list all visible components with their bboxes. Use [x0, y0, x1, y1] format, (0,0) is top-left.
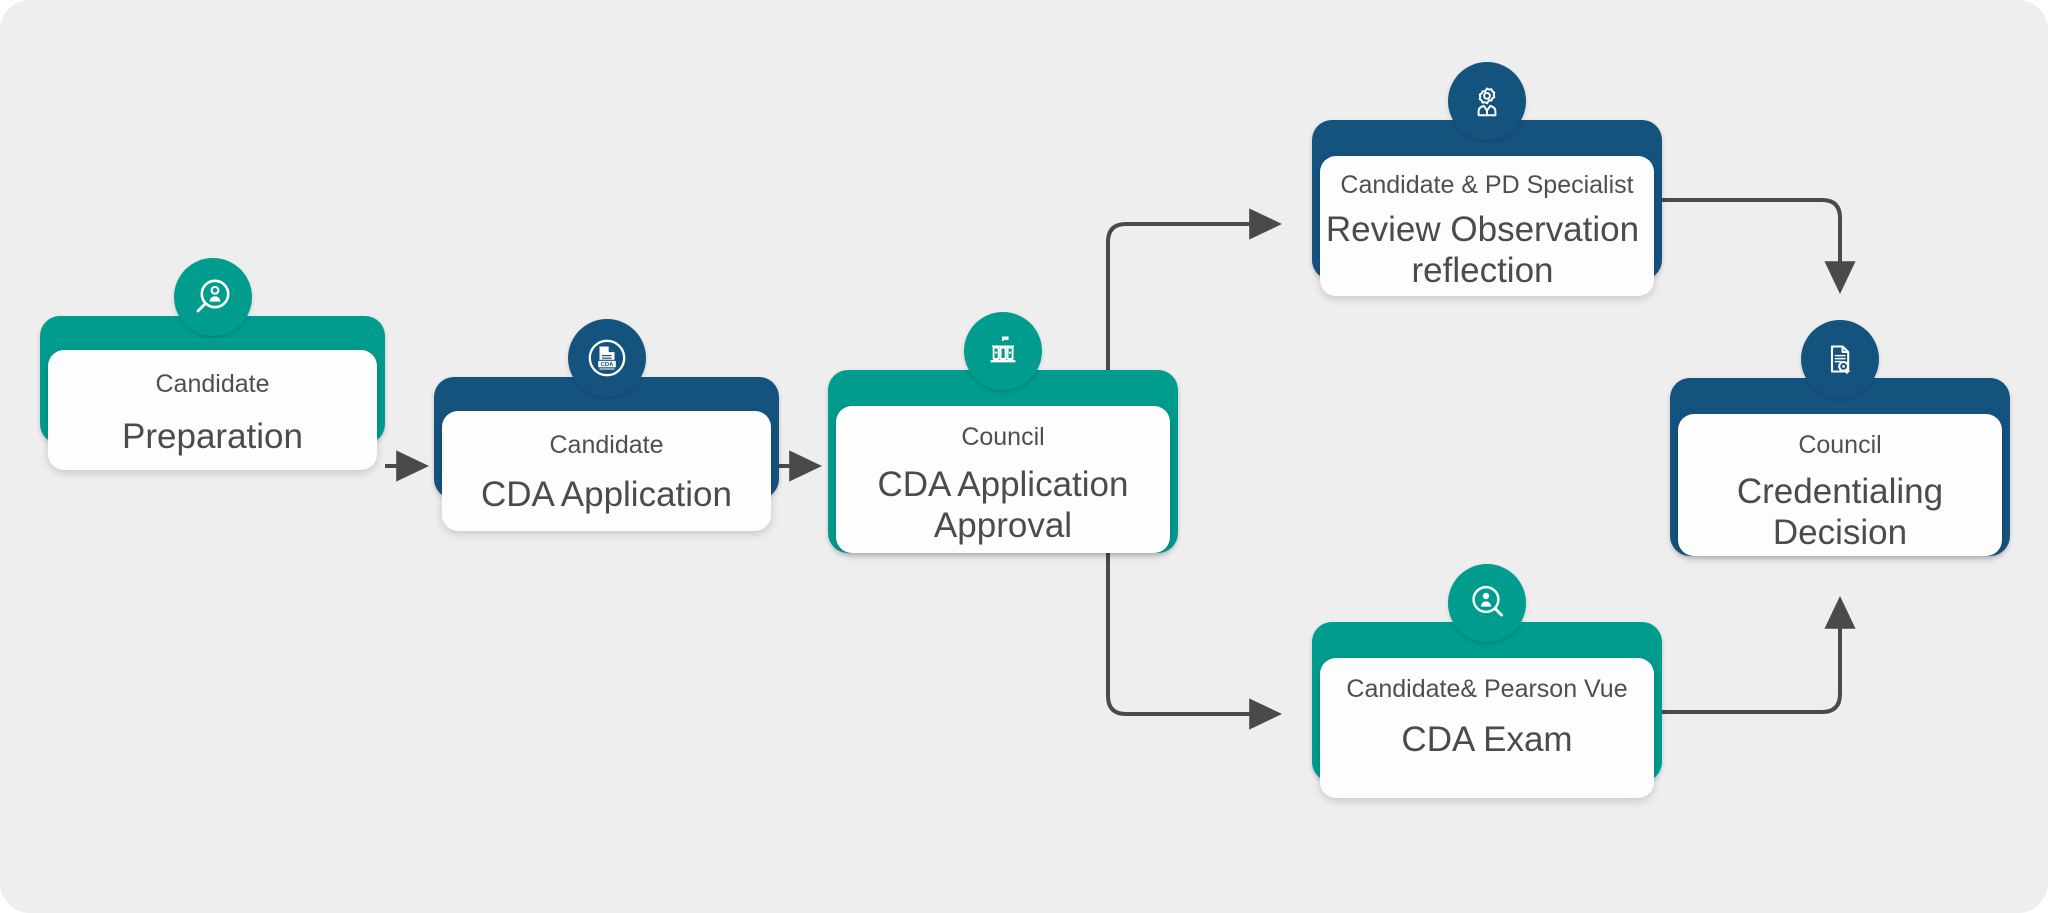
node-review-observation[interactable]: Candidate & PD Specialist Review Observa…: [1312, 62, 1662, 296]
node-role: Council: [961, 423, 1045, 451]
node-card: Candidate Preparation: [48, 350, 377, 470]
node-title: Review Observation reflection: [1325, 209, 1640, 290]
connector-review-to-credentialing: [1652, 198, 1856, 295]
person-search-icon: [173, 258, 252, 336]
node-role: Candidate: [155, 370, 270, 398]
certificate-icon: [1801, 320, 1879, 398]
connector-approval-to-review: [1106, 208, 1283, 372]
node-role: Candidate& Pearson Vue: [1346, 675, 1628, 703]
specialist-gear-icon: [1448, 62, 1526, 140]
node-card: Council Credentialing Decision: [1678, 414, 2002, 556]
government-building-icon: [964, 312, 1042, 390]
node-card: Candidate CDA Application: [442, 411, 771, 531]
person-magnifier-icon: [1448, 564, 1526, 642]
node-role: Council: [1798, 431, 1882, 459]
node-cda-approval[interactable]: Council CDA Application Approval: [828, 312, 1178, 553]
node-title: Credentialing Decision: [1736, 471, 1944, 552]
node-card: Candidate & PD Specialist Review Observa…: [1320, 156, 1654, 296]
node-preparation[interactable]: Candidate Preparation: [40, 258, 385, 470]
diagram-canvas: Candidate Preparation CDA Candidate CDA …: [0, 0, 2048, 913]
node-title: CDA Exam: [1401, 719, 1573, 759]
svg-text:CDA: CDA: [600, 362, 614, 368]
connector-approval-to-exam: [1106, 553, 1283, 730]
node-cda-application[interactable]: CDA Candidate CDA Application: [434, 319, 779, 531]
node-role: Candidate: [549, 431, 664, 459]
cda-document-icon: CDA: [567, 319, 646, 397]
node-credentialing-decision[interactable]: Council Credentialing Decision: [1670, 320, 2010, 556]
node-role: Candidate & PD Specialist: [1340, 171, 1634, 199]
node-card: Candidate& Pearson Vue CDA Exam: [1320, 658, 1654, 798]
node-card: Council CDA Application Approval: [836, 406, 1170, 553]
connector-exam-to-credentialing: [1652, 595, 1856, 714]
node-cda-exam[interactable]: Candidate& Pearson Vue CDA Exam: [1312, 564, 1662, 798]
node-title: Preparation: [122, 416, 303, 456]
node-title: CDA Application: [481, 474, 732, 514]
node-title: CDA Application Approval: [877, 464, 1129, 545]
